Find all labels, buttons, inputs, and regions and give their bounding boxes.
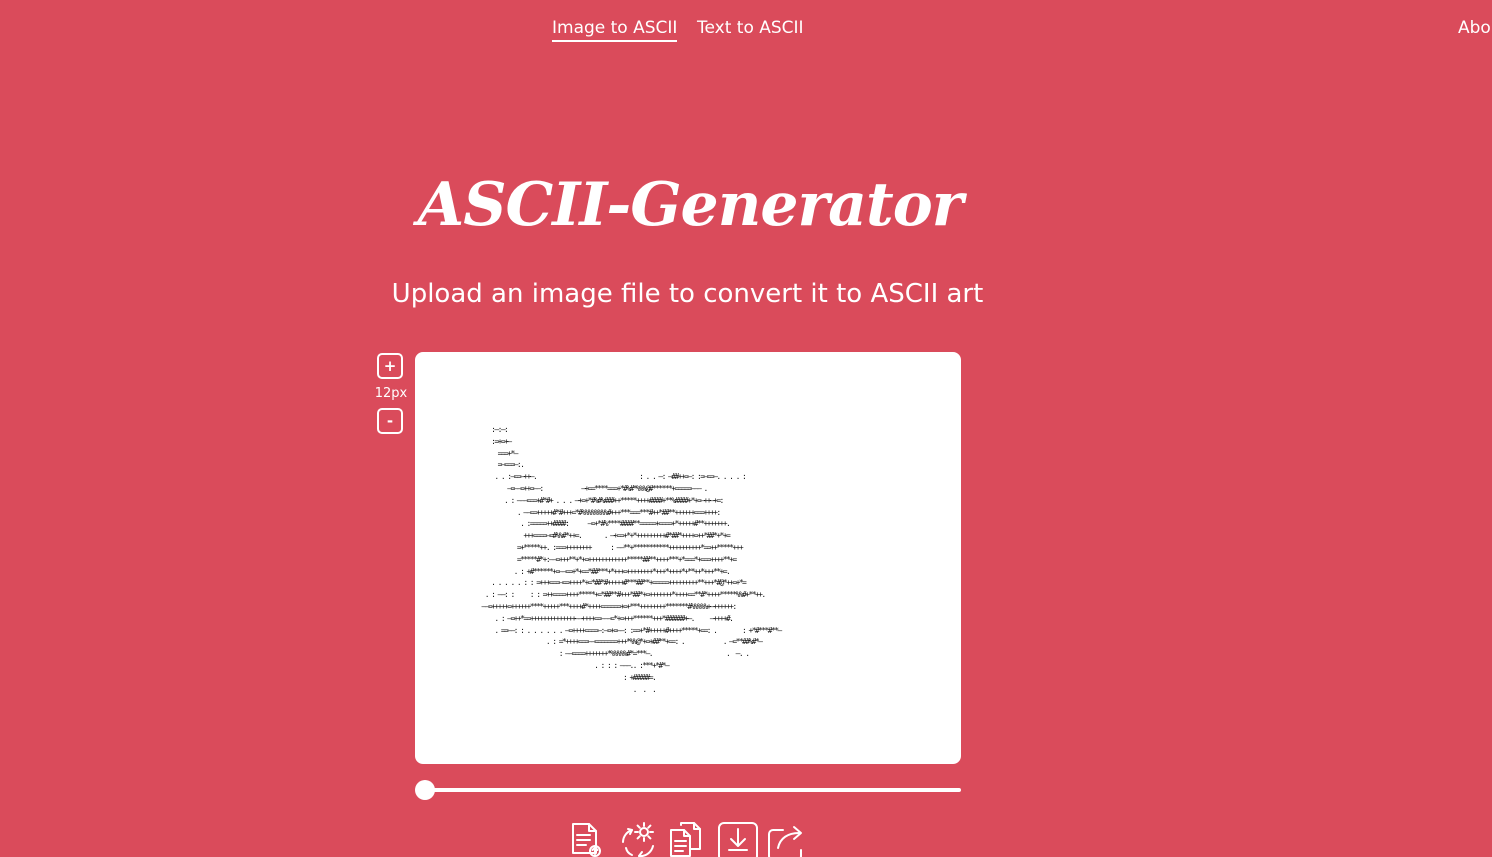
nav-image-to-ascii[interactable]: Image to ASCII xyxy=(552,17,678,42)
nav-text-to-ascii[interactable]: Text to ASCII xyxy=(697,17,804,39)
upload-file-button[interactable] xyxy=(568,818,610,857)
share-button[interactable] xyxy=(766,818,808,857)
copy-icon xyxy=(670,822,701,857)
zoom-in-button[interactable]: + xyxy=(377,353,403,379)
zoom-out-button[interactable]: - xyxy=(377,408,403,434)
download-button[interactable] xyxy=(716,818,758,857)
size-slider-track[interactable] xyxy=(425,788,961,792)
download-icon xyxy=(718,822,758,857)
size-slider-thumb[interactable] xyxy=(415,780,435,800)
copy-button[interactable] xyxy=(667,818,709,857)
page-title: ASCII-Generator xyxy=(417,170,964,240)
share-icon xyxy=(768,826,802,857)
ascii-output-panel: :—:—: :=+=+— ===+*— =—===—:. . . :—==—++… xyxy=(415,352,961,764)
page: Image to ASCII Text to ASCII About ASCII… xyxy=(0,0,1492,857)
font-size-label: 12px xyxy=(374,386,408,401)
ascii-art-output: :—:—: :=+=+— ===+*— =—===—:. . . :—==—++… xyxy=(481,425,783,694)
upload-file-icon xyxy=(572,823,601,857)
page-subtitle: Upload an image file to convert it to AS… xyxy=(391,279,984,309)
nav-about[interactable]: About xyxy=(1458,17,1492,39)
settings-button[interactable] xyxy=(617,818,659,857)
settings-sync-icon xyxy=(622,822,654,857)
